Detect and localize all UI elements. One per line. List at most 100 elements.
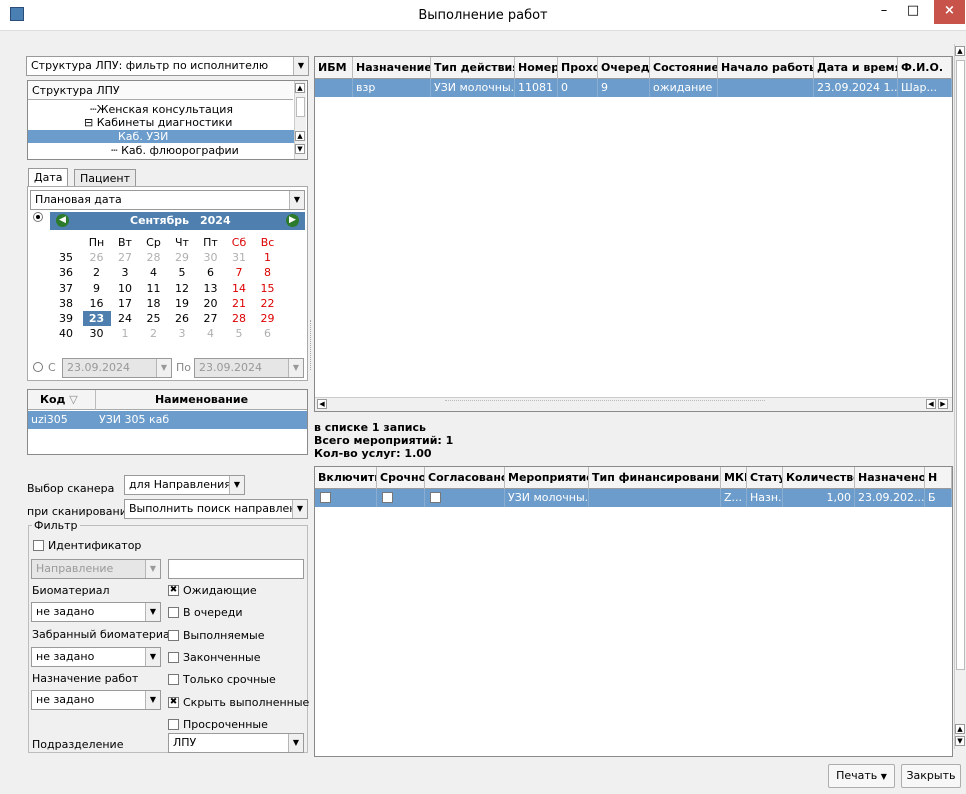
horizontal-scrollbar[interactable]: ◀ ◀ ▶ <box>315 397 952 411</box>
status-checkbox[interactable]: ✖ <box>168 696 179 708</box>
calendar-day[interactable]: 13 <box>197 281 225 296</box>
calendar-day[interactable]: 31 <box>225 250 253 265</box>
date-from-field[interactable]: 23.09.2024 ▼ <box>62 358 172 378</box>
calendar-day[interactable]: 2 <box>140 326 168 341</box>
status-checkbox[interactable] <box>168 674 179 686</box>
status-checkbox[interactable] <box>168 629 179 641</box>
tab-date[interactable]: Дата <box>28 168 69 188</box>
work-assignment-select[interactable]: не задано ▼ <box>31 690 161 710</box>
grid-column-header[interactable]: Очередь <box>598 57 650 79</box>
calendar-radio[interactable] <box>33 212 43 222</box>
close-button[interactable]: Закрыть <box>901 764 961 788</box>
date-to-field[interactable]: 23.09.2024 ▼ <box>194 358 304 378</box>
grid-column-header[interactable]: Согласовано <box>425 467 505 489</box>
identifier-input[interactable] <box>168 559 304 579</box>
grid-column-header[interactable]: МКБ <box>721 467 747 489</box>
vertical-splitter[interactable] <box>310 320 313 370</box>
calendar-day[interactable]: 14 <box>225 281 253 296</box>
calendar-year[interactable]: 2024 <box>200 214 231 227</box>
calendar-day[interactable]: 27 <box>111 250 139 265</box>
grid-column-header[interactable]: Назначено <box>855 467 925 489</box>
calendar-day[interactable]: 5 <box>168 265 196 280</box>
calendar-day[interactable]: 10 <box>111 281 139 296</box>
calendar-day[interactable]: 27 <box>197 311 225 326</box>
calendar-day[interactable]: 3 <box>111 265 139 280</box>
calendar-day[interactable]: 25 <box>140 311 168 326</box>
row-checkbox[interactable] <box>320 492 331 503</box>
window-scrollbar[interactable]: ▲ ▲ ▼ <box>954 44 966 749</box>
calendar-day[interactable]: 2 <box>83 265 111 280</box>
calendar-day[interactable]: 9 <box>83 281 111 296</box>
status-checkbox[interactable] <box>168 718 179 730</box>
biomaterial-select[interactable]: не задано ▼ <box>31 602 161 622</box>
calendar-day[interactable]: 4 <box>197 326 225 341</box>
calendar-day[interactable]: 29 <box>254 311 282 326</box>
calendar-day[interactable]: 16 <box>83 296 111 311</box>
print-button[interactable]: Печать ▼ <box>828 764 895 788</box>
scroll-thumb[interactable] <box>296 97 305 117</box>
calendar-day[interactable]: 28 <box>140 250 168 265</box>
status-checkbox[interactable] <box>168 651 179 663</box>
scroll-up-icon[interactable]: ▲ <box>295 131 305 141</box>
calendar-day[interactable]: 1 <box>254 250 282 265</box>
scroll-left-icon[interactable]: ◀ <box>926 399 936 409</box>
grid-column-header[interactable]: Назначение <box>353 57 431 79</box>
grid-column-header[interactable]: Включить <box>315 467 377 489</box>
tree-item-uzi[interactable]: Каб. УЗИ <box>28 130 294 143</box>
calendar-day[interactable]: 24 <box>111 311 139 326</box>
table-row[interactable]: uzi305 УЗИ 305 каб <box>28 411 307 429</box>
scroll-down-icon[interactable]: ▼ <box>295 144 305 154</box>
grid-column-header[interactable]: Состояние <box>650 57 718 79</box>
tree-item-womens-consultation[interactable]: ┄Женская консультация <box>90 103 233 116</box>
calendar-day[interactable]: 30 <box>197 250 225 265</box>
calendar-day[interactable]: 29 <box>168 250 196 265</box>
grid-column-header[interactable]: Мероприятие <box>505 467 589 489</box>
table-row[interactable]: УЗИ молочны... Z...Назн...1,0023.09.202..… <box>315 489 952 507</box>
calendar-day[interactable]: 3 <box>168 326 196 341</box>
scroll-track[interactable] <box>445 400 765 409</box>
grid-column-header[interactable]: Статус <box>747 467 783 489</box>
calendar-day[interactable]: 5 <box>225 326 253 341</box>
calendar-day[interactable]: 26 <box>83 250 111 265</box>
scroll-up-icon[interactable]: ▲ <box>955 724 965 734</box>
status-checkbox[interactable]: ✖ <box>168 585 179 596</box>
calendar-day[interactable]: 1 <box>111 326 139 341</box>
status-checkbox[interactable] <box>168 607 179 619</box>
identifier-checkbox[interactable] <box>33 540 44 551</box>
grid-column-header[interactable]: Начало работы <box>718 57 814 79</box>
calendar-day[interactable]: 11 <box>140 281 168 296</box>
maximize-button[interactable]: □ <box>898 0 928 24</box>
prev-month-icon[interactable]: ◀ <box>56 214 69 227</box>
close-window-button[interactable]: × <box>934 0 965 24</box>
calendar-day[interactable]: 30 <box>83 326 111 341</box>
scroll-right-icon[interactable]: ▶ <box>938 399 948 409</box>
next-month-icon[interactable]: ▶ <box>286 214 299 227</box>
structure-filter-select[interactable]: Структура ЛПУ: фильтр по исполнителю ▼ <box>26 56 309 76</box>
calendar-day[interactable]: 4 <box>140 265 168 280</box>
calendar-day[interactable]: 15 <box>254 281 282 296</box>
grid-column-header[interactable]: Проход <box>558 57 598 79</box>
scroll-up-icon[interactable]: ▲ <box>955 46 965 56</box>
calendar-day[interactable]: 23 <box>82 311 111 326</box>
col-code[interactable]: Код ▽ <box>28 390 96 410</box>
scroll-thumb[interactable] <box>956 60 965 670</box>
grid-column-header[interactable]: Количество <box>783 467 855 489</box>
calendar-day[interactable]: 20 <box>197 296 225 311</box>
scroll-up-icon[interactable]: ▲ <box>295 83 305 93</box>
calendar-day[interactable]: 18 <box>140 296 168 311</box>
grid-column-header[interactable]: Дата и время <box>814 57 898 79</box>
tab-patient[interactable]: Пациент <box>74 169 137 187</box>
grid-column-header[interactable]: Срочно <box>377 467 425 489</box>
tree-item-fluorography[interactable]: ┄ Каб. флюорографии <box>111 144 239 157</box>
date-type-select[interactable]: Плановая дата ▼ <box>30 190 305 210</box>
calendar-day[interactable]: 12 <box>168 281 196 296</box>
row-checkbox[interactable] <box>382 492 393 503</box>
calendar-day[interactable]: 19 <box>168 296 196 311</box>
row-checkbox[interactable] <box>430 492 441 503</box>
range-radio[interactable] <box>33 362 43 372</box>
direction-select[interactable]: Направление ▼ <box>31 559 161 579</box>
on-scan-select[interactable]: Выполнить поиск направления ▼ <box>124 499 308 519</box>
calendar-day[interactable]: 6 <box>254 326 282 341</box>
calendar-day[interactable]: 6 <box>197 265 225 280</box>
calendar-day[interactable]: 8 <box>254 265 282 280</box>
